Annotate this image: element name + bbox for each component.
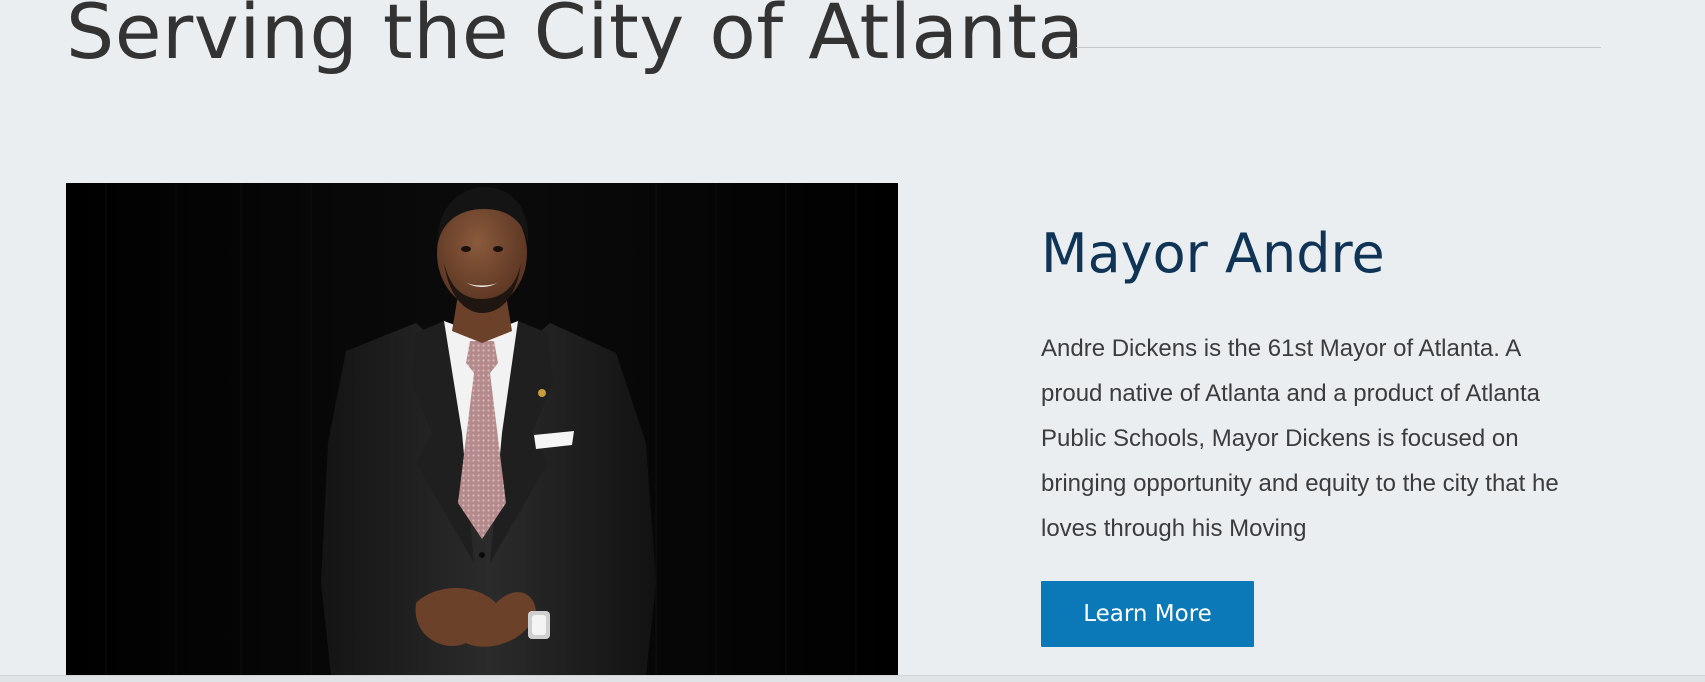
title-divider	[1076, 47, 1601, 48]
mayor-bio-text: Andre Dickens is the 61st Mayor of Atlan…	[1041, 335, 1559, 542]
section-title: Serving the City of Atlanta	[66, 0, 1085, 76]
mayor-heading: Mayor Andre	[1041, 222, 1385, 285]
mayor-photo	[66, 183, 898, 675]
mayor-portrait-illustration	[66, 183, 898, 675]
learn-more-button[interactable]: Learn More	[1041, 581, 1254, 647]
